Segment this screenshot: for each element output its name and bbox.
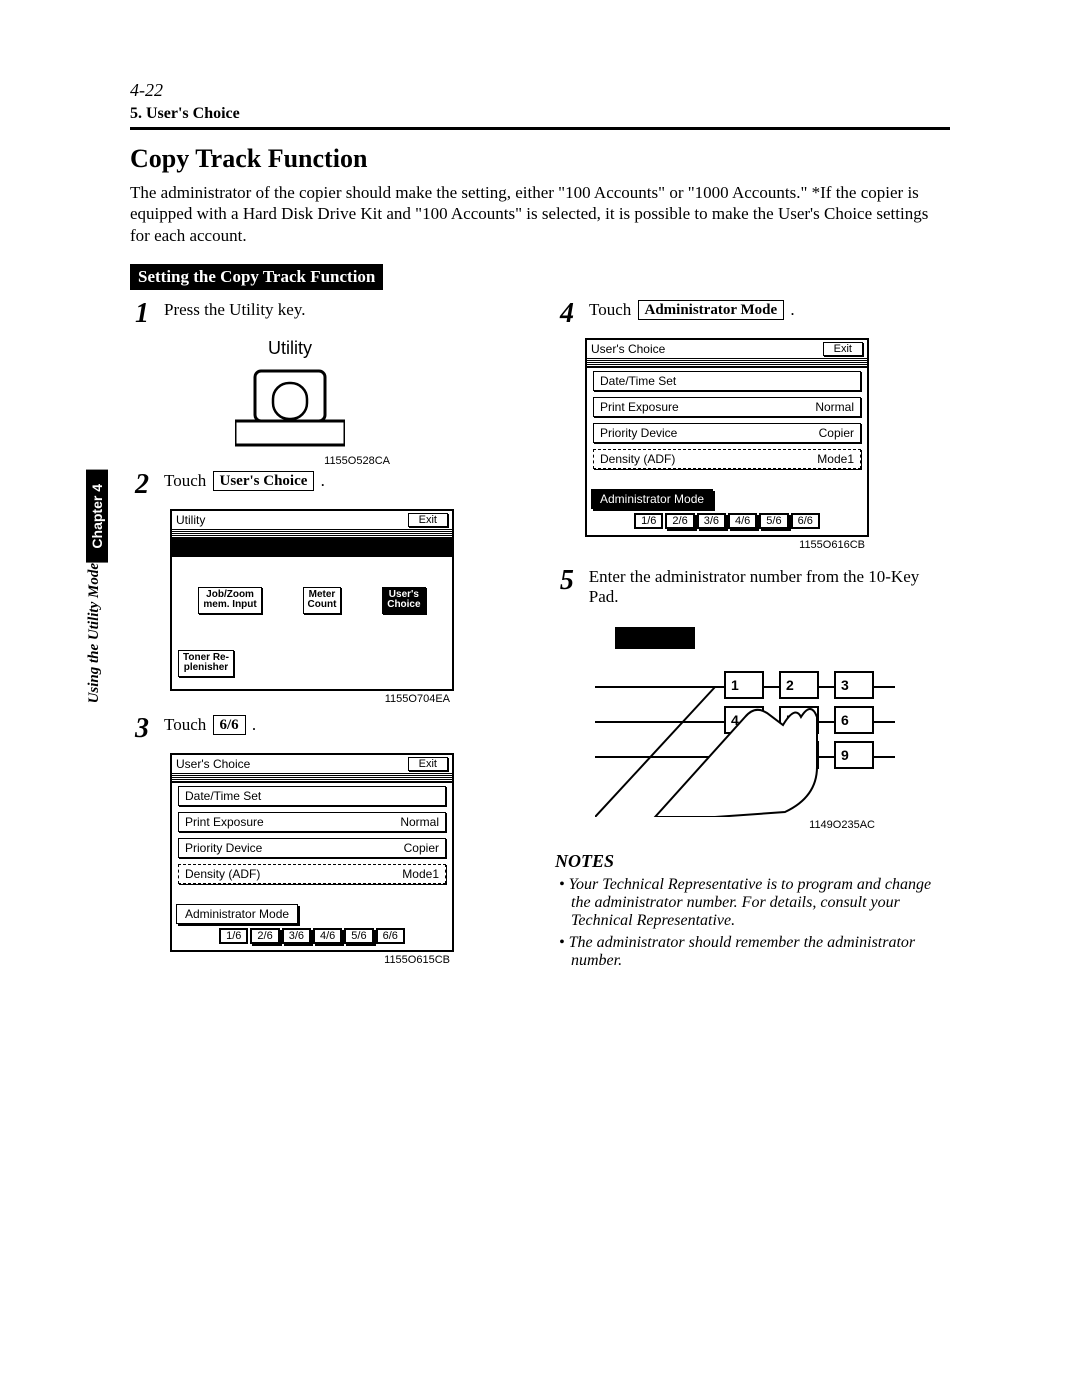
step-5-text: Enter the administrator number from the …: [589, 567, 950, 607]
density-adf-row[interactable]: Density (ADF)Mode1: [178, 864, 446, 884]
page-tab-1[interactable]: 1/6: [634, 513, 663, 529]
note-1: Your Technical Representative is to prog…: [555, 876, 950, 930]
administrator-mode-button[interactable]: Administrator Mode: [176, 904, 298, 924]
users-choice-button[interactable]: User's Choice: [382, 587, 425, 614]
six-six-button-ref: 6/6: [213, 715, 246, 735]
step-4-prefix: Touch: [589, 300, 636, 319]
step-3-suffix: .: [248, 715, 257, 734]
metercount-button[interactable]: Meter Count: [303, 587, 342, 614]
step-2-suffix: .: [316, 471, 325, 490]
step-3-prefix: Touch: [164, 715, 211, 734]
utility-label: Utility: [190, 338, 390, 359]
page-tab-1[interactable]: 1/6: [219, 928, 248, 944]
intro-text: The administrator of the copier should m…: [130, 182, 950, 246]
administrator-mode-button-selected[interactable]: Administrator Mode: [591, 489, 713, 509]
keypad-figure: 1 2 3 4 5 6 7 8: [595, 617, 950, 817]
utility-screen-title: Utility: [176, 513, 205, 527]
page-tab-5[interactable]: 5/6: [759, 513, 788, 529]
exit-button[interactable]: Exit: [408, 513, 448, 527]
page-tab-6[interactable]: 6/6: [376, 928, 405, 944]
section-label: 5. User's Choice: [130, 105, 950, 123]
page-tab-2[interactable]: 2/6: [250, 928, 279, 944]
fig-id-users-choice-step4: 1155O616CB: [555, 539, 865, 551]
page-tab-5[interactable]: 5/6: [344, 928, 373, 944]
priority-device-row[interactable]: Priority DeviceCopier: [178, 838, 446, 858]
subheading-bar: Setting the Copy Track Function: [130, 264, 383, 290]
step-4-number: 4: [555, 300, 579, 328]
note-2: The administrator should remember the ad…: [555, 934, 950, 970]
step-2: 2 Touch User's Choice .: [130, 471, 525, 499]
page-tabs: 1/6 2/6 3/6 4/6 5/6 6/6: [176, 928, 448, 947]
step-4: 4 Touch Administrator Mode .: [555, 300, 950, 328]
priority-device-row[interactable]: Priority DeviceCopier: [593, 423, 861, 443]
notes-list: Your Technical Representative is to prog…: [555, 876, 950, 970]
page-number: 4-22: [130, 80, 950, 101]
page-tab-3[interactable]: 3/6: [282, 928, 311, 944]
density-adf-row[interactable]: Density (ADF)Mode1: [593, 449, 861, 469]
admin-mode-button-ref: Administrator Mode: [638, 300, 785, 320]
date-time-row[interactable]: Date/Time Set: [593, 371, 861, 391]
notes-heading: NOTES: [555, 851, 950, 872]
print-exposure-row[interactable]: Print ExposureNormal: [178, 812, 446, 832]
mode-tab: Using the Utility Mode: [86, 563, 103, 713]
svg-text:9: 9: [841, 747, 849, 763]
step-1: 1 Press the Utility key.: [130, 300, 525, 328]
page-tab-2[interactable]: 2/6: [665, 513, 694, 529]
fig-id-utility-key: 1155O528CA: [190, 455, 390, 467]
step-5-number: 5: [555, 567, 579, 595]
page-tabs: 1/6 2/6 3/6 4/6 5/6 6/6: [591, 513, 863, 532]
users-choice-title: User's Choice: [176, 757, 250, 771]
jobzoom-button[interactable]: Job/Zoom mem. Input: [198, 587, 261, 614]
step-3: 3 Touch 6/6 .: [130, 715, 525, 743]
users-choice-title: User's Choice: [591, 342, 665, 356]
users-choice-screen-step4: User's Choice Exit Date/Time Set Print E…: [585, 338, 869, 537]
utility-key-icon: [235, 363, 345, 453]
step-2-prefix: Touch: [164, 471, 211, 490]
exit-button[interactable]: Exit: [823, 342, 863, 356]
exit-button[interactable]: Exit: [408, 757, 448, 771]
step-4-suffix: .: [786, 300, 795, 319]
svg-text:2: 2: [786, 677, 794, 693]
toner-replenisher-button[interactable]: Toner Re- plenisher: [178, 650, 234, 677]
svg-text:1: 1: [731, 677, 739, 693]
step-1-number: 1: [130, 300, 154, 328]
step-3-number: 3: [130, 715, 154, 743]
utility-key-figure: Utility 1155O528CA: [190, 338, 390, 467]
page-tab-4[interactable]: 4/6: [313, 928, 342, 944]
utility-screen-figure: Utility Exit Job/Zoom mem. Input Meter C…: [170, 509, 454, 691]
svg-text:6: 6: [841, 712, 849, 728]
fig-id-users-choice-step3: 1155O615CB: [130, 954, 450, 966]
fig-id-keypad: 1149O235AC: [555, 819, 875, 831]
step-5: 5 Enter the administrator number from th…: [555, 567, 950, 607]
users-choice-button-ref: User's Choice: [213, 471, 315, 491]
date-time-row[interactable]: Date/Time Set: [178, 786, 446, 806]
header-rule: [130, 127, 950, 130]
page-tab-6[interactable]: 6/6: [791, 513, 820, 529]
page-tab-3[interactable]: 3/6: [697, 513, 726, 529]
svg-text:3: 3: [841, 677, 849, 693]
users-choice-screen-step3: User's Choice Exit Date/Time Set Print E…: [170, 753, 454, 952]
page-title: Copy Track Function: [130, 144, 950, 174]
side-tab: Chapter 4 Using the Utility Mode: [86, 470, 108, 713]
fig-id-utility-screen: 1155O704EA: [130, 693, 450, 705]
step-1-text: Press the Utility key.: [164, 300, 306, 320]
chapter-tab: Chapter 4: [86, 470, 108, 563]
step-2-number: 2: [130, 471, 154, 499]
page-tab-4[interactable]: 4/6: [728, 513, 757, 529]
print-exposure-row[interactable]: Print ExposureNormal: [593, 397, 861, 417]
